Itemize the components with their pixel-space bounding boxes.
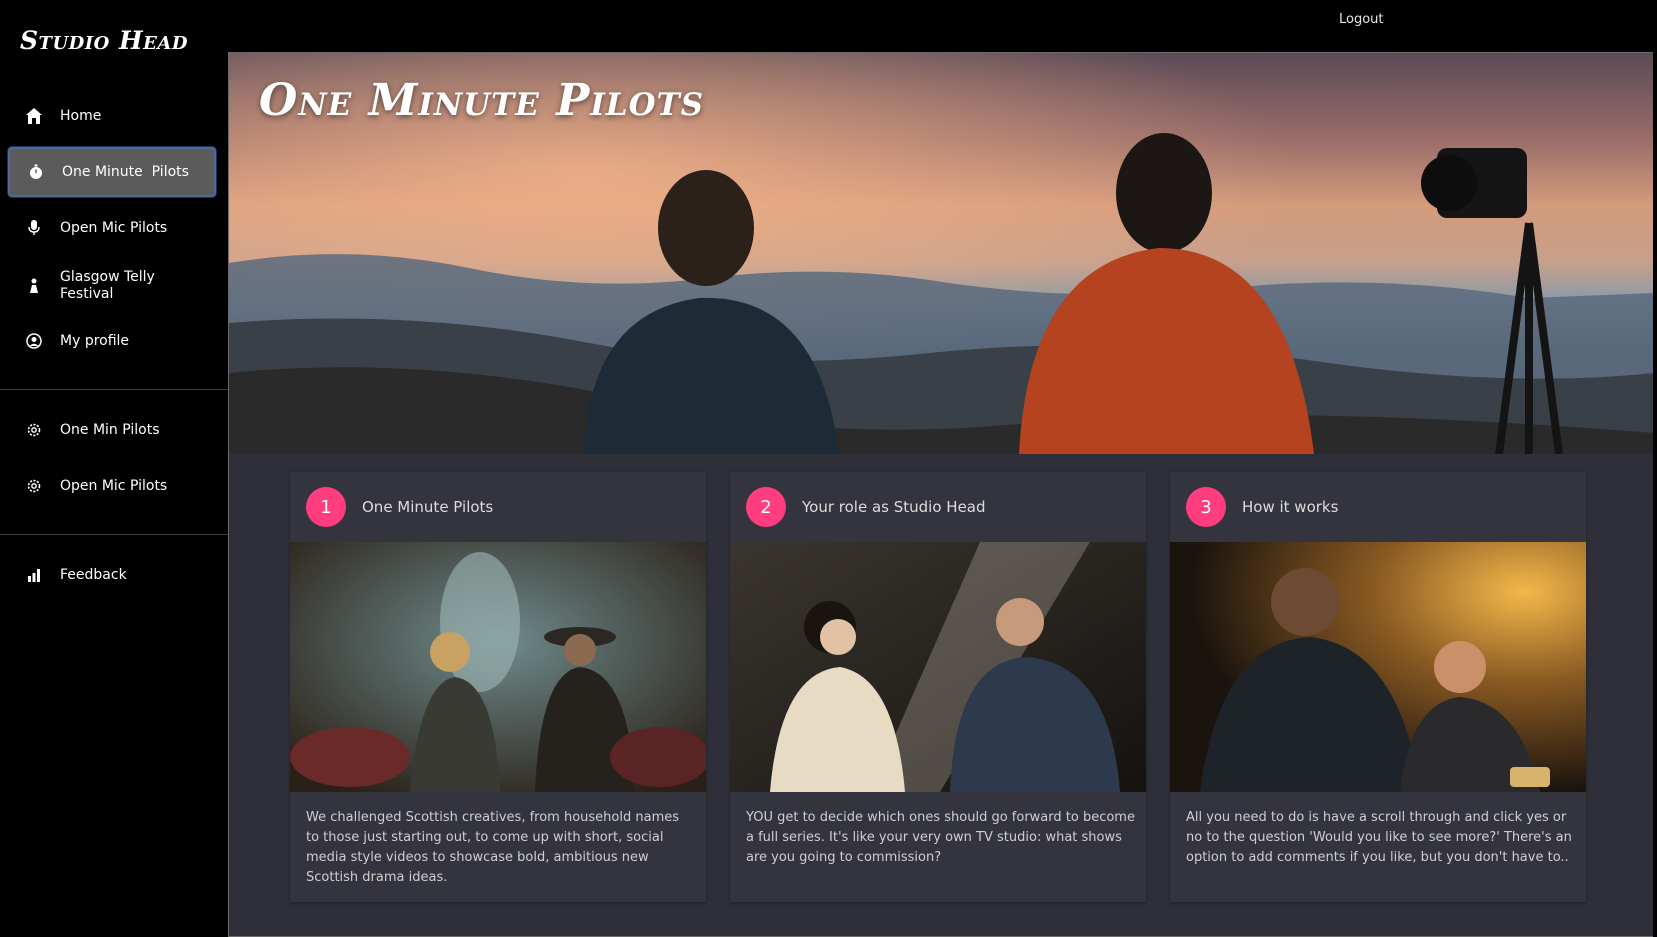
sidebar-item-label: Home [60,108,102,124]
card-title: One Minute Pilots [362,498,494,516]
person-icon [24,276,44,296]
card-image [1170,542,1586,792]
sidebar-item-feedback[interactable]: Feedback [8,559,216,591]
card-header: 3 How it works [1170,472,1586,542]
card-text: All you need to do is have a scroll thro… [1186,810,1572,865]
card-header: 1 One Minute Pilots [290,472,706,542]
sidebar: Studio Head Home One Minute Pilots Open … [0,0,228,937]
gear-icon [24,420,44,440]
microphone-icon [24,218,44,238]
user-circle-icon [24,331,44,351]
bar-chart-icon [24,565,44,585]
home-icon [24,106,44,126]
step-badge: 1 [306,487,346,527]
page-title: One Minute Pilots [259,75,705,126]
sidebar-item-open-mic-pilots[interactable]: Open Mic Pilots [8,212,216,244]
sidebar-item-one-min-pilots-settings[interactable]: One Min Pilots [8,414,216,446]
sidebar-item-label: Open Mic Pilots [60,220,168,236]
logout-link[interactable]: Logout [1339,12,1384,27]
sidebar-item-label: Feedback [60,567,127,583]
brand-logo[interactable]: Studio Head [20,26,188,55]
info-card: 2 Your role as Studio Head YOU get to de… [730,472,1146,902]
sidebar-item-glasgow-telly-festival[interactable]: Glasgow Telly Festival [8,266,216,306]
info-card: 3 How it works All you need to do is hav… [1170,472,1586,902]
card-image [730,542,1146,792]
main-panel: One Minute Pilots 1 One Minute Pilots We… [228,52,1653,937]
step-badge: 3 [1186,487,1226,527]
sidebar-item-my-profile[interactable]: My profile [8,325,216,357]
sidebar-divider [0,534,228,535]
sidebar-item-label: Glasgow Telly Festival [60,269,155,302]
card-title: How it works [1242,498,1339,516]
card-text: YOU get to decide which ones should go f… [746,810,1135,865]
gear-icon [24,476,44,496]
hero-banner: One Minute Pilots [229,53,1653,454]
sidebar-item-home[interactable]: Home [8,100,216,132]
sidebar-item-one-minute-pilots[interactable]: One Minute Pilots [8,147,216,197]
sidebar-item-label: Open Mic Pilots [60,478,168,494]
sidebar-item-open-mic-pilots-settings[interactable]: Open Mic Pilots [8,470,216,502]
sidebar-divider [0,389,228,390]
card-title: Your role as Studio Head [802,498,986,516]
step-badge: 2 [746,487,786,527]
card-text: We challenged Scottish creatives, from h… [306,810,680,885]
stopwatch-icon [26,162,46,182]
card-header: 2 Your role as Studio Head [730,472,1146,542]
sidebar-item-label: My profile [60,333,130,349]
cards-section: 1 One Minute Pilots We challenged Scotti… [229,454,1653,936]
sidebar-item-label: One Minute Pilots [62,164,189,180]
card-image [290,542,706,792]
sidebar-item-label: One Min Pilots [60,422,160,438]
info-card: 1 One Minute Pilots We challenged Scotti… [290,472,706,902]
